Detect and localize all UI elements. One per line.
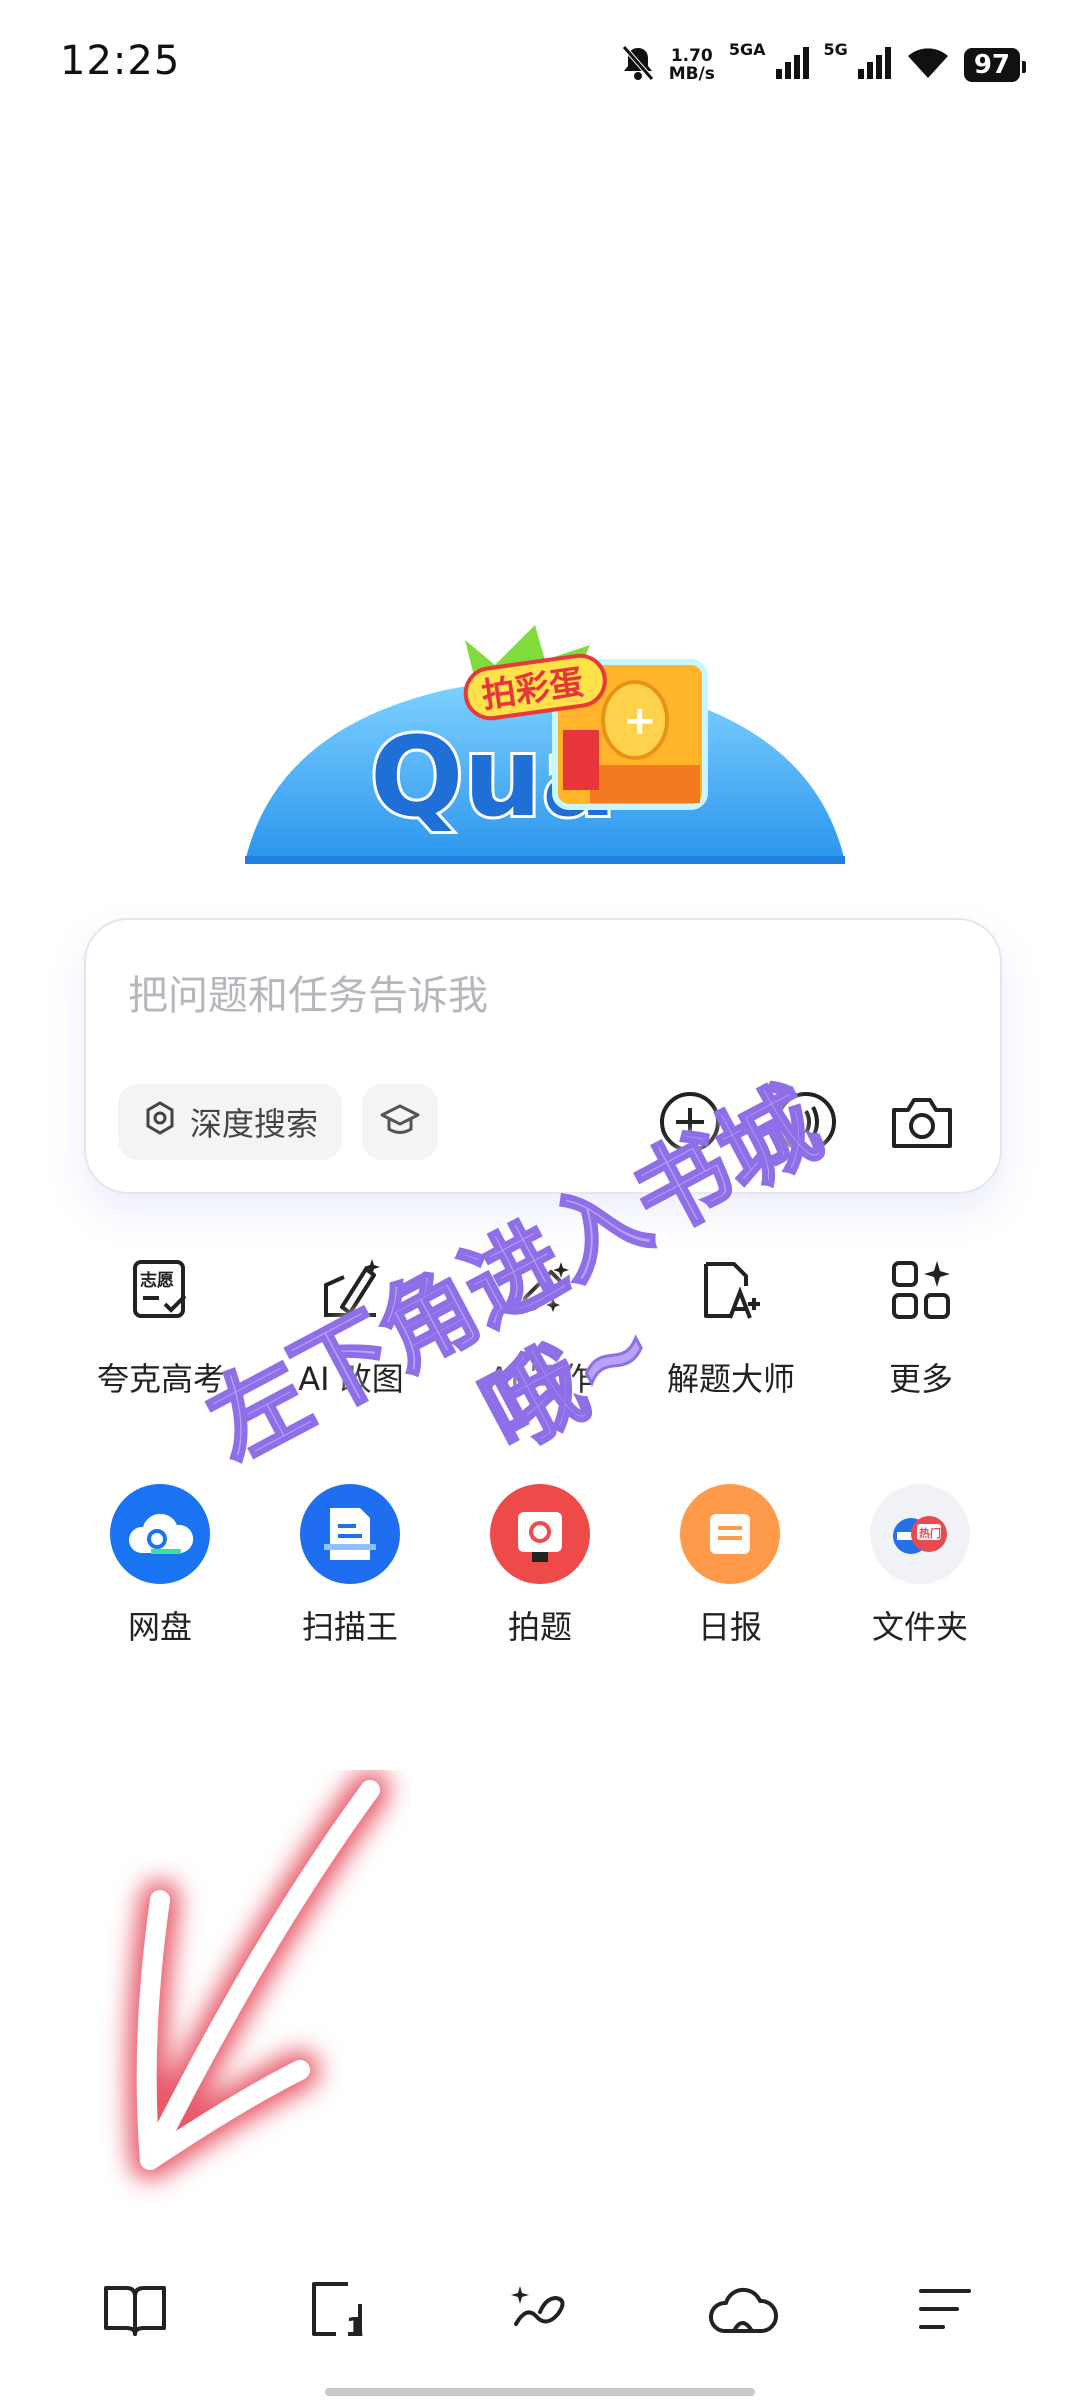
open-book-icon — [104, 2286, 166, 2336]
shortcut-label: 更多 — [888, 1360, 953, 1398]
home-indicator[interactable] — [325, 2388, 755, 2396]
network-speed: 1.70 MB/s — [668, 46, 715, 84]
nav-tabs[interactable]: 1 — [277, 2260, 397, 2360]
battery-indicator: 97 — [963, 48, 1027, 82]
search-input[interactable] — [126, 960, 950, 1032]
bottom-nav: 1 — [0, 2260, 1080, 2360]
nav-bookstore[interactable] — [75, 2260, 195, 2360]
deep-search-button[interactable]: 深度搜索 — [118, 1084, 343, 1160]
nav-menu[interactable] — [885, 2260, 1005, 2360]
camera-icon — [892, 1098, 952, 1148]
signal-icon — [774, 45, 810, 85]
svg-text:1: 1 — [346, 2313, 364, 2340]
sim1-label: 5GA — [728, 40, 766, 59]
status-bar: 12:25 1.70 MB/s 5GA 5G 97 — [0, 0, 1080, 130]
nav-ai-assistant[interactable] — [480, 2260, 600, 2360]
app-label: 拍题 — [507, 1608, 572, 1646]
app-folder[interactable]: 热门 文件夹 — [840, 1484, 1000, 1648]
app-label: 网盘 — [127, 1608, 192, 1646]
svg-text:志愿: 志愿 — [140, 1270, 174, 1291]
cloud-drive-icon — [110, 1484, 210, 1584]
deep-search-icon — [142, 1100, 178, 1144]
menu-icon — [919, 2289, 971, 2329]
app-photo-question[interactable]: 拍题 — [460, 1484, 620, 1648]
nav-cloud[interactable] — [683, 2260, 803, 2360]
app-daily-news[interactable]: 日报 — [650, 1484, 810, 1648]
signal-icon — [856, 45, 892, 85]
app-label: 扫描王 — [301, 1608, 398, 1646]
app-label: 日报 — [697, 1608, 762, 1646]
deep-search-label: 深度搜索 — [190, 1105, 319, 1143]
hand-drawn-arrow — [90, 1770, 410, 2210]
folder-icon: 热门 — [870, 1484, 970, 1584]
status-icons: 1.70 MB/s 5GA 5G 97 — [621, 40, 1027, 90]
svg-text:热门: 热门 — [919, 1526, 941, 1540]
tabs-icon: 1 — [312, 2282, 364, 2340]
daily-news-icon — [680, 1484, 780, 1584]
camera-search-button[interactable] — [890, 1090, 954, 1154]
photo-question-icon — [490, 1484, 590, 1584]
graduation-cap-icon — [380, 1102, 420, 1142]
wifi-icon — [906, 46, 950, 84]
quark-doodle-logo[interactable]: Qua + 拍彩蛋 — [245, 620, 845, 865]
study-mode-button[interactable] — [362, 1084, 438, 1160]
mute-bell-icon — [621, 44, 655, 86]
sparkle-loop-icon — [511, 2286, 565, 2326]
status-time: 12:25 — [60, 38, 181, 84]
sim2-label: 5G — [823, 40, 848, 59]
volunteer-form-icon: 志愿 — [76, 1250, 246, 1330]
cloud-icon — [708, 2287, 778, 2333]
app-label: 文件夹 — [871, 1608, 968, 1646]
svg-text:+: + — [623, 698, 657, 744]
